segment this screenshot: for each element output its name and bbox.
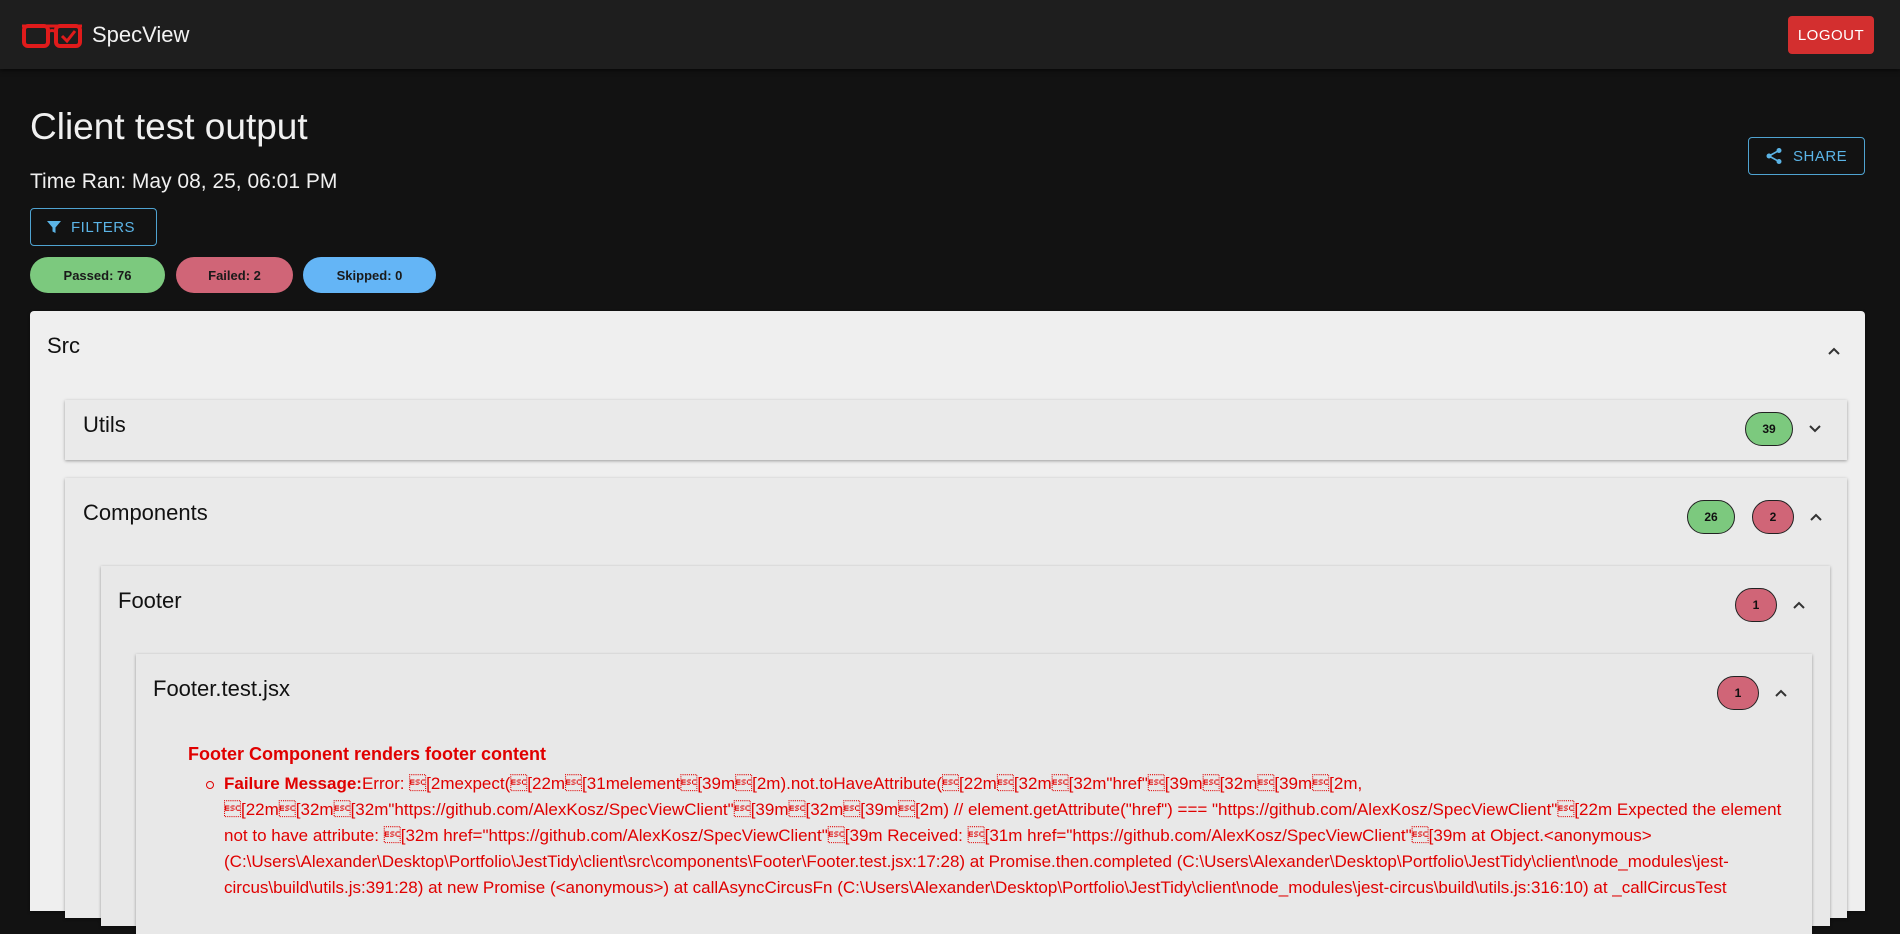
logout-button[interactable]: LOGOUT [1788, 16, 1874, 54]
failed-filter-chip[interactable]: Failed: 2 [176, 257, 293, 293]
chevron-down-icon[interactable] [1807, 421, 1823, 437]
share-label: SHARE [1793, 147, 1848, 165]
failed-test-name: Footer Component renders footer content [188, 744, 547, 764]
app-bar: SpecView LOGOUT [0, 0, 1900, 69]
failure-message-text: Error: [2mexpect([22m[31melement[39m… [224, 774, 1782, 897]
share-icon [1766, 148, 1782, 164]
components-failed-badge: 2 [1752, 500, 1794, 534]
failure-message: Failure Message:Error: [2mexpect([22m… [224, 771, 1784, 901]
accordion-utils-title[interactable]: Utils [83, 412, 126, 438]
list-bullet [206, 781, 214, 789]
filters-label: FILTERS [71, 218, 136, 236]
failure-message-label: Failure Message: [224, 774, 362, 793]
passed-filter-chip[interactable]: Passed: 76 [30, 257, 165, 293]
chevron-up-icon[interactable] [1808, 509, 1824, 525]
time-ran: Time Ran: May 08, 25, 06:01 PM [30, 170, 338, 193]
share-button[interactable]: SHARE [1748, 137, 1865, 175]
page-title: Client test output [30, 106, 308, 147]
chevron-up-icon[interactable] [1791, 597, 1807, 613]
accordion-utils [65, 400, 1847, 460]
accordion-footer-title[interactable]: Footer [118, 588, 182, 614]
filter-icon [47, 221, 61, 233]
glasses-check-logo-icon [22, 24, 82, 48]
filters-button[interactable]: FILTERS [30, 208, 157, 246]
footer-test-failed-badge: 1 [1717, 676, 1759, 710]
components-passed-badge: 26 [1687, 500, 1735, 534]
accordion-components-title[interactable]: Components [83, 500, 208, 526]
accordion-footer-test-title[interactable]: Footer.test.jsx [153, 676, 290, 702]
accordion-src-title[interactable]: Src [47, 333, 80, 359]
footer-failed-badge: 1 [1735, 588, 1777, 622]
utils-passed-badge: 39 [1745, 412, 1793, 446]
skipped-filter-chip[interactable]: Skipped: 0 [303, 257, 436, 293]
brand-name: SpecView [92, 22, 190, 47]
chevron-up-icon[interactable] [1826, 343, 1842, 359]
chevron-up-icon[interactable] [1773, 685, 1789, 701]
